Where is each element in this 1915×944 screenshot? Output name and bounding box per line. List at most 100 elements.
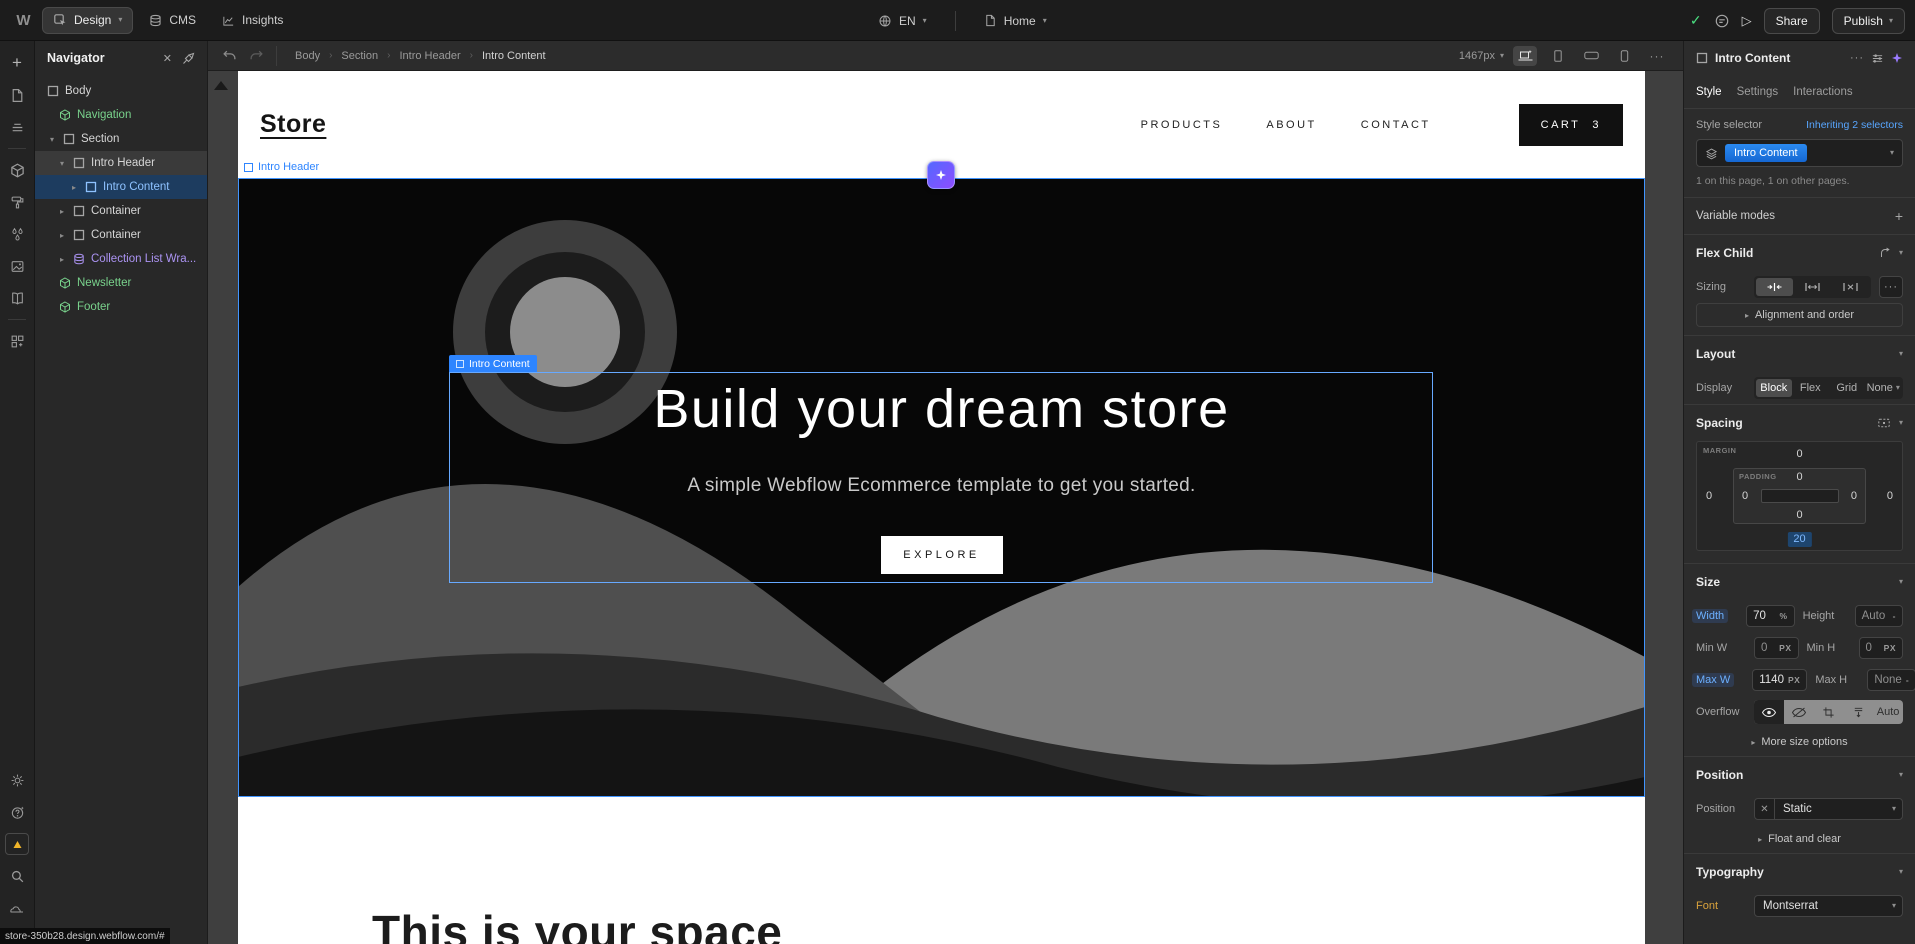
more-options-icon[interactable]: ···: [1645, 46, 1669, 66]
element-actions-badge[interactable]: [927, 161, 955, 189]
breakpoint-mobile-portrait-icon[interactable]: [1612, 46, 1636, 66]
height-input[interactable]: Auto-: [1855, 605, 1903, 627]
min-height-input[interactable]: 0PX: [1859, 637, 1904, 659]
sizing-no-shrink-icon[interactable]: [1832, 278, 1869, 296]
breakpoint-tablet-icon[interactable]: [1546, 46, 1570, 66]
components-icon[interactable]: [4, 157, 30, 183]
more-options-icon[interactable]: ···: [1850, 52, 1864, 64]
chevron-expanded-icon[interactable]: ▾: [47, 135, 57, 144]
explore-button[interactable]: EXPLORE: [881, 536, 1003, 574]
nav-link-contact[interactable]: CONTACT: [1361, 119, 1431, 131]
alignment-and-order-row[interactable]: ▸ Alignment and order: [1696, 303, 1903, 327]
position-select[interactable]: ✕ Static ▾: [1754, 798, 1903, 820]
more-size-options-row[interactable]: ▸ More size options: [1684, 728, 1915, 756]
tab-style[interactable]: Style: [1696, 86, 1722, 98]
breakpoint-mobile-landscape-icon[interactable]: [1579, 46, 1603, 66]
float-and-clear-row[interactable]: ▸ Float and clear: [1684, 825, 1915, 853]
font-select[interactable]: Montserrat ▾: [1754, 895, 1903, 917]
tree-item-collection-list[interactable]: ▸ Collection List Wra...: [35, 247, 207, 271]
panel-resize-handle[interactable]: [214, 81, 228, 90]
spacing-presets-icon[interactable]: [1877, 416, 1891, 430]
collapse-section-icon[interactable]: ▾: [1899, 868, 1903, 876]
close-icon[interactable]: ✕: [163, 52, 172, 65]
tree-item-intro-content[interactable]: ▸ Intro Content: [35, 175, 207, 199]
language-selector[interactable]: EN ▾: [868, 7, 937, 34]
breadcrumb-intro-header[interactable]: Intro Header: [399, 50, 460, 62]
intro-content-label[interactable]: Intro Content: [449, 355, 537, 372]
collapse-section-icon[interactable]: ▾: [1899, 249, 1903, 257]
status-clouds-icon[interactable]: [4, 895, 30, 921]
collapse-section-icon[interactable]: ▾: [1899, 419, 1903, 427]
webflow-logo-icon[interactable]: W: [10, 7, 36, 33]
share-button[interactable]: Share: [1764, 8, 1820, 34]
breadcrumb-section[interactable]: Section: [341, 50, 378, 62]
display-block-option[interactable]: Block: [1756, 379, 1792, 397]
tree-item-container[interactable]: ▸ Container: [35, 199, 207, 223]
tree-item-intro-header[interactable]: ▾ Intro Header: [35, 151, 207, 175]
apps-icon[interactable]: [4, 328, 30, 354]
pin-navigator-icon[interactable]: [182, 52, 195, 65]
add-variable-mode-icon[interactable]: +: [1895, 208, 1903, 224]
cms-button[interactable]: CMS: [139, 7, 206, 34]
redo-icon[interactable]: [249, 49, 264, 62]
variables-icon[interactable]: [4, 221, 30, 247]
tree-item-section[interactable]: ▾ Section: [35, 127, 207, 151]
search-icon[interactable]: [4, 863, 30, 889]
overflow-auto-option[interactable]: Auto: [1873, 700, 1903, 724]
padding-bottom-value[interactable]: 0: [1796, 509, 1802, 521]
overflow-scroll-icon[interactable]: [1843, 700, 1873, 724]
help-icon[interactable]: [4, 799, 30, 825]
overflow-clip-icon[interactable]: [1814, 700, 1844, 724]
undo-icon[interactable]: [222, 49, 237, 62]
min-width-input[interactable]: 0PX: [1754, 637, 1799, 659]
design-mode-button[interactable]: Design ▾: [42, 7, 133, 34]
inheriting-selectors-link[interactable]: Inheriting 2 selectors: [1806, 119, 1903, 131]
tree-item-container[interactable]: ▸ Container: [35, 223, 207, 247]
tree-item-body[interactable]: Body: [35, 79, 207, 103]
sizing-shrink-icon[interactable]: [1756, 278, 1793, 296]
display-grid-option[interactable]: Grid: [1829, 379, 1865, 397]
comments-icon[interactable]: [1714, 13, 1730, 29]
padding-top-value[interactable]: 0: [1796, 471, 1802, 483]
assets-icon[interactable]: [4, 253, 30, 279]
style-selector-input[interactable]: Intro Content ▾: [1696, 139, 1903, 167]
pages-icon[interactable]: [4, 82, 30, 108]
breakpoint-desktop-icon[interactable]: [1513, 46, 1537, 66]
canvas-width-selector[interactable]: 1467px ▾: [1459, 50, 1504, 62]
margin-top-value[interactable]: 0: [1796, 448, 1802, 460]
display-none-option[interactable]: None▾: [1866, 379, 1902, 397]
navigator-icon[interactable]: [4, 114, 30, 140]
overflow-hidden-eye-off-icon[interactable]: [1784, 700, 1814, 724]
max-height-input[interactable]: None-: [1867, 669, 1915, 691]
spacing-editor[interactable]: MARGIN 0 0 0 20 PADDING 0 0 0 0: [1696, 441, 1903, 551]
styles-icon[interactable]: [4, 189, 30, 215]
display-flex-option[interactable]: Flex: [1793, 379, 1829, 397]
chevron-collapsed-icon[interactable]: ▸: [57, 207, 67, 216]
preview-play-icon[interactable]: ▷: [1742, 13, 1752, 29]
ai-sparkle-icon[interactable]: [1891, 52, 1903, 64]
tree-item-navigation[interactable]: Navigation: [35, 103, 207, 127]
collapse-section-icon[interactable]: ▾: [1899, 350, 1903, 358]
breadcrumb-intro-content[interactable]: Intro Content: [482, 50, 546, 62]
publish-button[interactable]: Publish ▾: [1832, 8, 1905, 34]
add-elements-icon[interactable]: +: [4, 50, 30, 76]
nav-link-about[interactable]: ABOUT: [1266, 119, 1316, 131]
padding-right-value[interactable]: 0: [1851, 490, 1857, 502]
width-input[interactable]: 70%: [1746, 605, 1794, 627]
page-selector[interactable]: Home ▾: [974, 7, 1057, 34]
tree-item-footer[interactable]: Footer: [35, 295, 207, 319]
chevron-collapsed-icon[interactable]: ▸: [57, 231, 67, 240]
sizing-grow-icon[interactable]: [1794, 278, 1831, 296]
intro-header-label[interactable]: Intro Header: [244, 161, 319, 173]
max-width-input[interactable]: 1140PX: [1752, 669, 1807, 691]
class-chip[interactable]: Intro Content: [1725, 144, 1807, 162]
settings-icon[interactable]: [4, 767, 30, 793]
padding-editor[interactable]: PADDING 0 0 0 0: [1733, 468, 1866, 524]
collapse-section-icon[interactable]: ▾: [1899, 771, 1903, 779]
tab-interactions[interactable]: Interactions: [1793, 86, 1852, 98]
chevron-collapsed-icon[interactable]: ▸: [57, 255, 67, 264]
padding-left-value[interactable]: 0: [1742, 490, 1748, 502]
settings-sliders-icon[interactable]: [1871, 52, 1884, 65]
tab-settings[interactable]: Settings: [1737, 86, 1779, 98]
site-logo[interactable]: Store: [260, 110, 326, 139]
